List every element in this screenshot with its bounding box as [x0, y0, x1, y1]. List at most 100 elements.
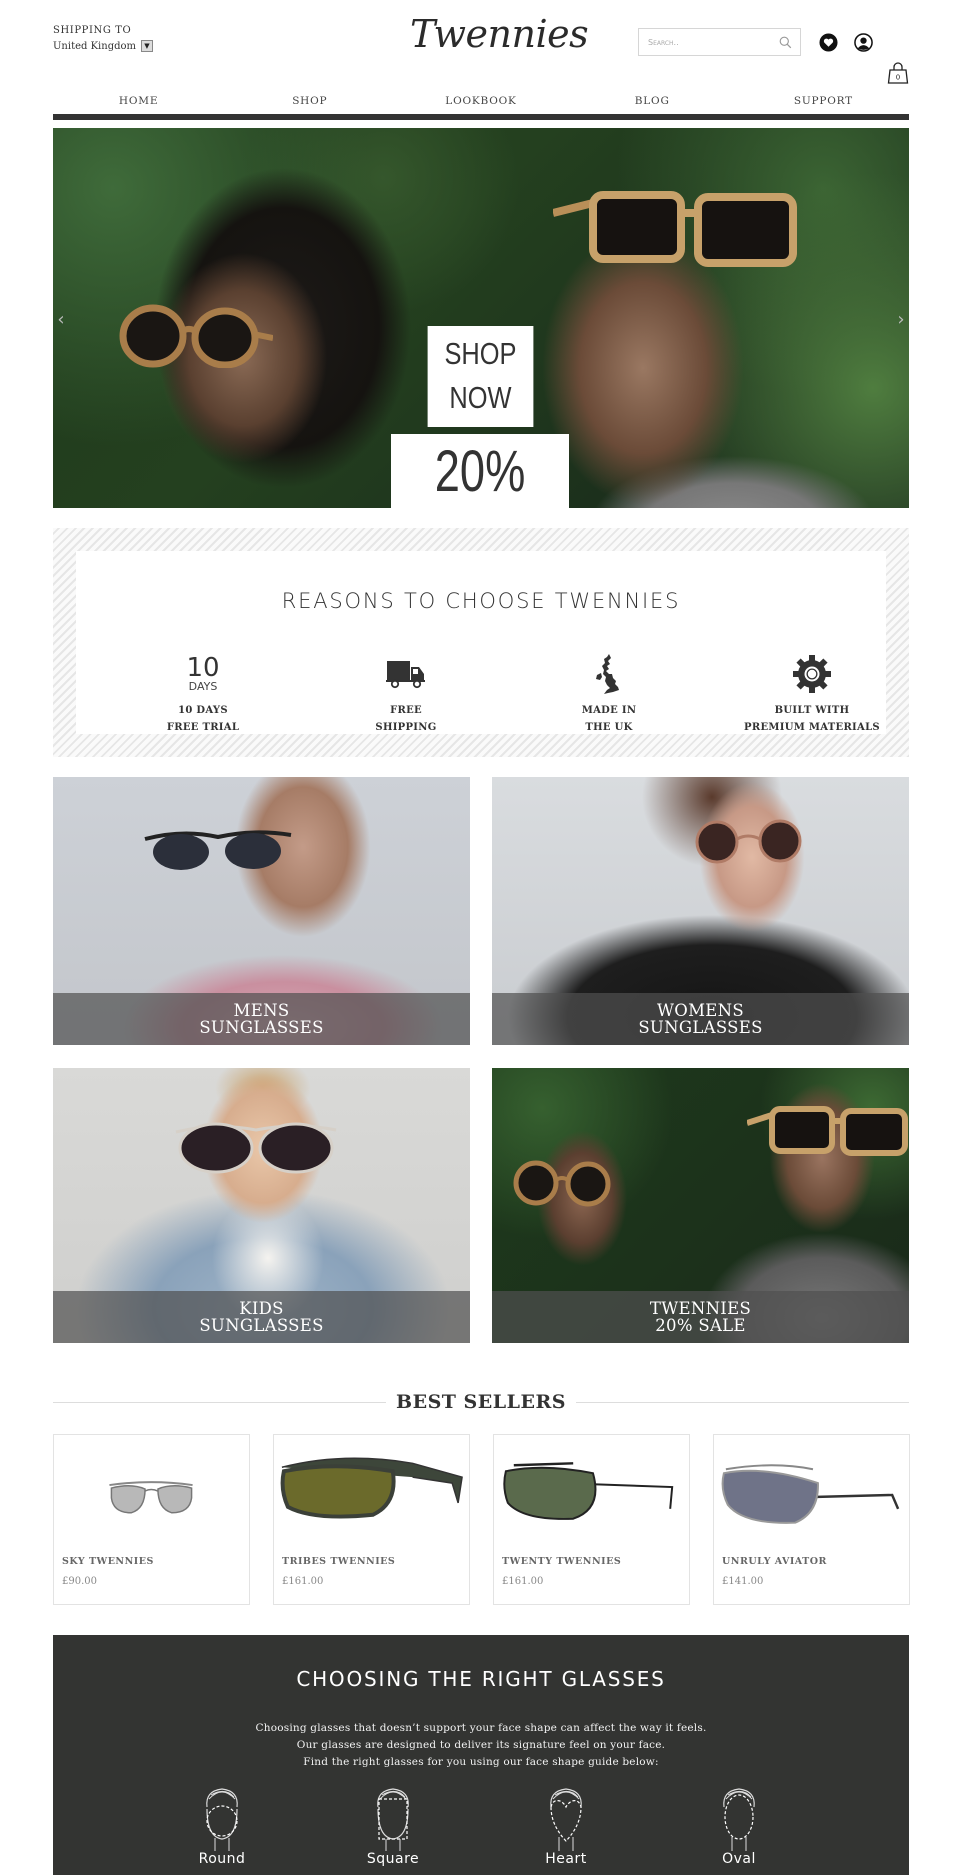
reason-label: MADE IN THE UK	[509, 702, 709, 736]
reason-line2: PREMIUM MATERIALS	[744, 722, 880, 733]
guide-title: CHOOSING THE RIGHT GLASSES	[296, 1667, 666, 1691]
shipping-country-select[interactable]: United Kingdom ▼	[53, 40, 153, 52]
product-image	[280, 1457, 463, 1519]
shipping-label: SHIPPING TO	[53, 25, 132, 36]
product-price: £161.00	[502, 1576, 544, 1587]
reasons-panel: REASONS TO CHOOSE TWENNIES 10 DAYS 10 DA…	[76, 551, 886, 734]
cart-count: 0	[896, 74, 900, 82]
category-label: TWENNIES 20% SALE	[492, 1291, 909, 1343]
category-line2: SUNGLASSES	[199, 1018, 324, 1037]
face-shape-label: Square	[366, 1851, 420, 1867]
reason-icon-wrap	[712, 646, 912, 702]
product-price: £90.00	[62, 1576, 97, 1587]
reason-icon-wrap	[509, 646, 709, 702]
reason-label: FREE SHIPPING	[306, 702, 506, 736]
best-sellers-title-text: BEST SELLERS	[386, 1391, 576, 1413]
category-label: KIDS SUNGLASSES	[53, 1291, 470, 1343]
10-days-icon: 10 DAYS	[103, 646, 303, 702]
chevron-down-icon[interactable]: ▼	[141, 40, 153, 52]
category-line2: 20% SALE	[655, 1316, 746, 1335]
category-line1: WOMENS	[657, 1001, 744, 1020]
heart-icon	[818, 32, 838, 52]
slider-prev-button[interactable]: ‹	[53, 310, 69, 330]
category-line2: SUNGLASSES	[638, 1018, 763, 1037]
product-image	[109, 1481, 193, 1514]
face-shape-heart[interactable]: Heart	[526, 1785, 606, 1867]
face-shape-guide: CHOOSING THE RIGHT GLASSES Choosing glas…	[53, 1635, 909, 1875]
reason-line1: BUILT WITH	[774, 705, 850, 716]
round-face-icon	[206, 1788, 238, 1851]
reason-free-trial: 10 DAYS 10 DAYS FREE TRIAL	[103, 646, 303, 736]
hero-sunglasses-wood	[553, 191, 797, 267]
user-icon	[853, 32, 873, 52]
account-button[interactable]	[853, 32, 873, 52]
cart-button[interactable]: 0	[886, 61, 910, 85]
guide-line: Find the right glasses for you using our…	[303, 1756, 659, 1768]
product-name: TRIBES TWENNIES	[282, 1556, 396, 1567]
product-name: UNRULY AVIATOR	[722, 1556, 827, 1567]
days-unit: DAYS	[188, 680, 218, 693]
slider-next-button[interactable]: ›	[893, 310, 909, 330]
category-line1: TWENNIES	[649, 1299, 752, 1318]
category-line2: SUNGLASSES	[199, 1316, 324, 1335]
sunglasses-image	[747, 1106, 908, 1156]
nav-divider	[53, 114, 909, 120]
shopping-bag-icon: 0	[887, 62, 909, 84]
category-label: MENS SUNGLASSES	[53, 993, 470, 1045]
uk-map-icon	[596, 654, 619, 694]
category-kids-sunglasses[interactable]: KIDS SUNGLASSES	[53, 1068, 470, 1343]
sunglasses-image	[144, 830, 292, 870]
category-line1: KIDS	[239, 1299, 284, 1318]
hero-slider[interactable]: ‹ › SHOP NOW 20%	[53, 128, 909, 508]
face-shape-label: Heart	[545, 1851, 587, 1867]
product-image	[503, 1462, 674, 1520]
reasons-section: REASONS TO CHOOSE TWENNIES 10 DAYS 10 DA…	[53, 528, 909, 757]
oval-face-icon	[723, 1788, 755, 1851]
sunglasses-image	[513, 1160, 611, 1207]
reason-premium-materials: BUILT WITH PREMIUM MATERIALS	[712, 646, 912, 736]
guide-line: Choosing glasses that doesn’t support yo…	[255, 1722, 707, 1734]
gear-icon	[793, 655, 831, 693]
truck-icon	[386, 661, 425, 689]
face-shape-label: Oval	[722, 1851, 756, 1867]
category-line1: MENS	[233, 1001, 290, 1020]
reason-icon-wrap	[306, 646, 506, 702]
product-name: TWENTY TWENNIES	[502, 1556, 622, 1567]
face-shape-square[interactable]: Square	[353, 1785, 433, 1867]
product-card[interactable]: TRIBES TWENNIES £161.00	[273, 1434, 470, 1605]
product-price: £161.00	[282, 1576, 324, 1587]
search-icon[interactable]	[779, 36, 792, 49]
reason-line1: FREE	[390, 705, 422, 716]
category-womens-sunglasses[interactable]: WOMENS SUNGLASSES	[492, 777, 909, 1045]
shop-now-button[interactable]: SHOP NOW	[427, 326, 534, 427]
reason-line2: FREE TRIAL	[166, 722, 240, 733]
shop-now-line2: NOW	[449, 380, 512, 415]
discount-value: 20%	[434, 439, 526, 504]
guide-line: Our glasses are designed to deliver its …	[296, 1739, 666, 1751]
shop-now-line1: SHOP	[444, 336, 517, 371]
reason-label: BUILT WITH PREMIUM MATERIALS	[712, 702, 912, 736]
guide-description: Choosing glasses that doesn’t support yo…	[53, 1720, 909, 1771]
category-mens-sunglasses[interactable]: MENS SUNGLASSES	[53, 777, 470, 1045]
product-name: SKY TWENNIES	[62, 1556, 154, 1567]
wishlist-button[interactable]	[818, 32, 838, 52]
face-shape-round[interactable]: Round	[182, 1785, 262, 1867]
product-card[interactable]: UNRULY AVIATOR £141.00	[713, 1434, 910, 1605]
heart-face-icon	[550, 1788, 582, 1851]
shipping-country-value: United Kingdom	[53, 40, 136, 52]
product-card[interactable]: SKY TWENNIES £90.00	[53, 1434, 250, 1605]
logo[interactable]: Twennies	[410, 12, 589, 68]
product-price: £141.00	[722, 1576, 764, 1587]
reason-line2: SHIPPING	[375, 722, 437, 733]
hero-sunglasses-round	[119, 304, 273, 368]
discount-badge: 20%	[391, 434, 569, 508]
reason-label: 10 DAYS FREE TRIAL	[103, 702, 303, 736]
face-shape-oval[interactable]: Oval	[699, 1785, 779, 1867]
reason-line1: 10 DAYS	[178, 705, 228, 716]
days-number: 10	[186, 653, 220, 683]
category-twennies-sale[interactable]: TWENNIES 20% SALE	[492, 1068, 909, 1343]
product-image	[721, 1464, 900, 1524]
search-input[interactable]	[639, 29, 769, 55]
product-card[interactable]: TWENTY TWENNIES £161.00	[493, 1434, 690, 1605]
face-shape-label: Round	[198, 1851, 246, 1867]
